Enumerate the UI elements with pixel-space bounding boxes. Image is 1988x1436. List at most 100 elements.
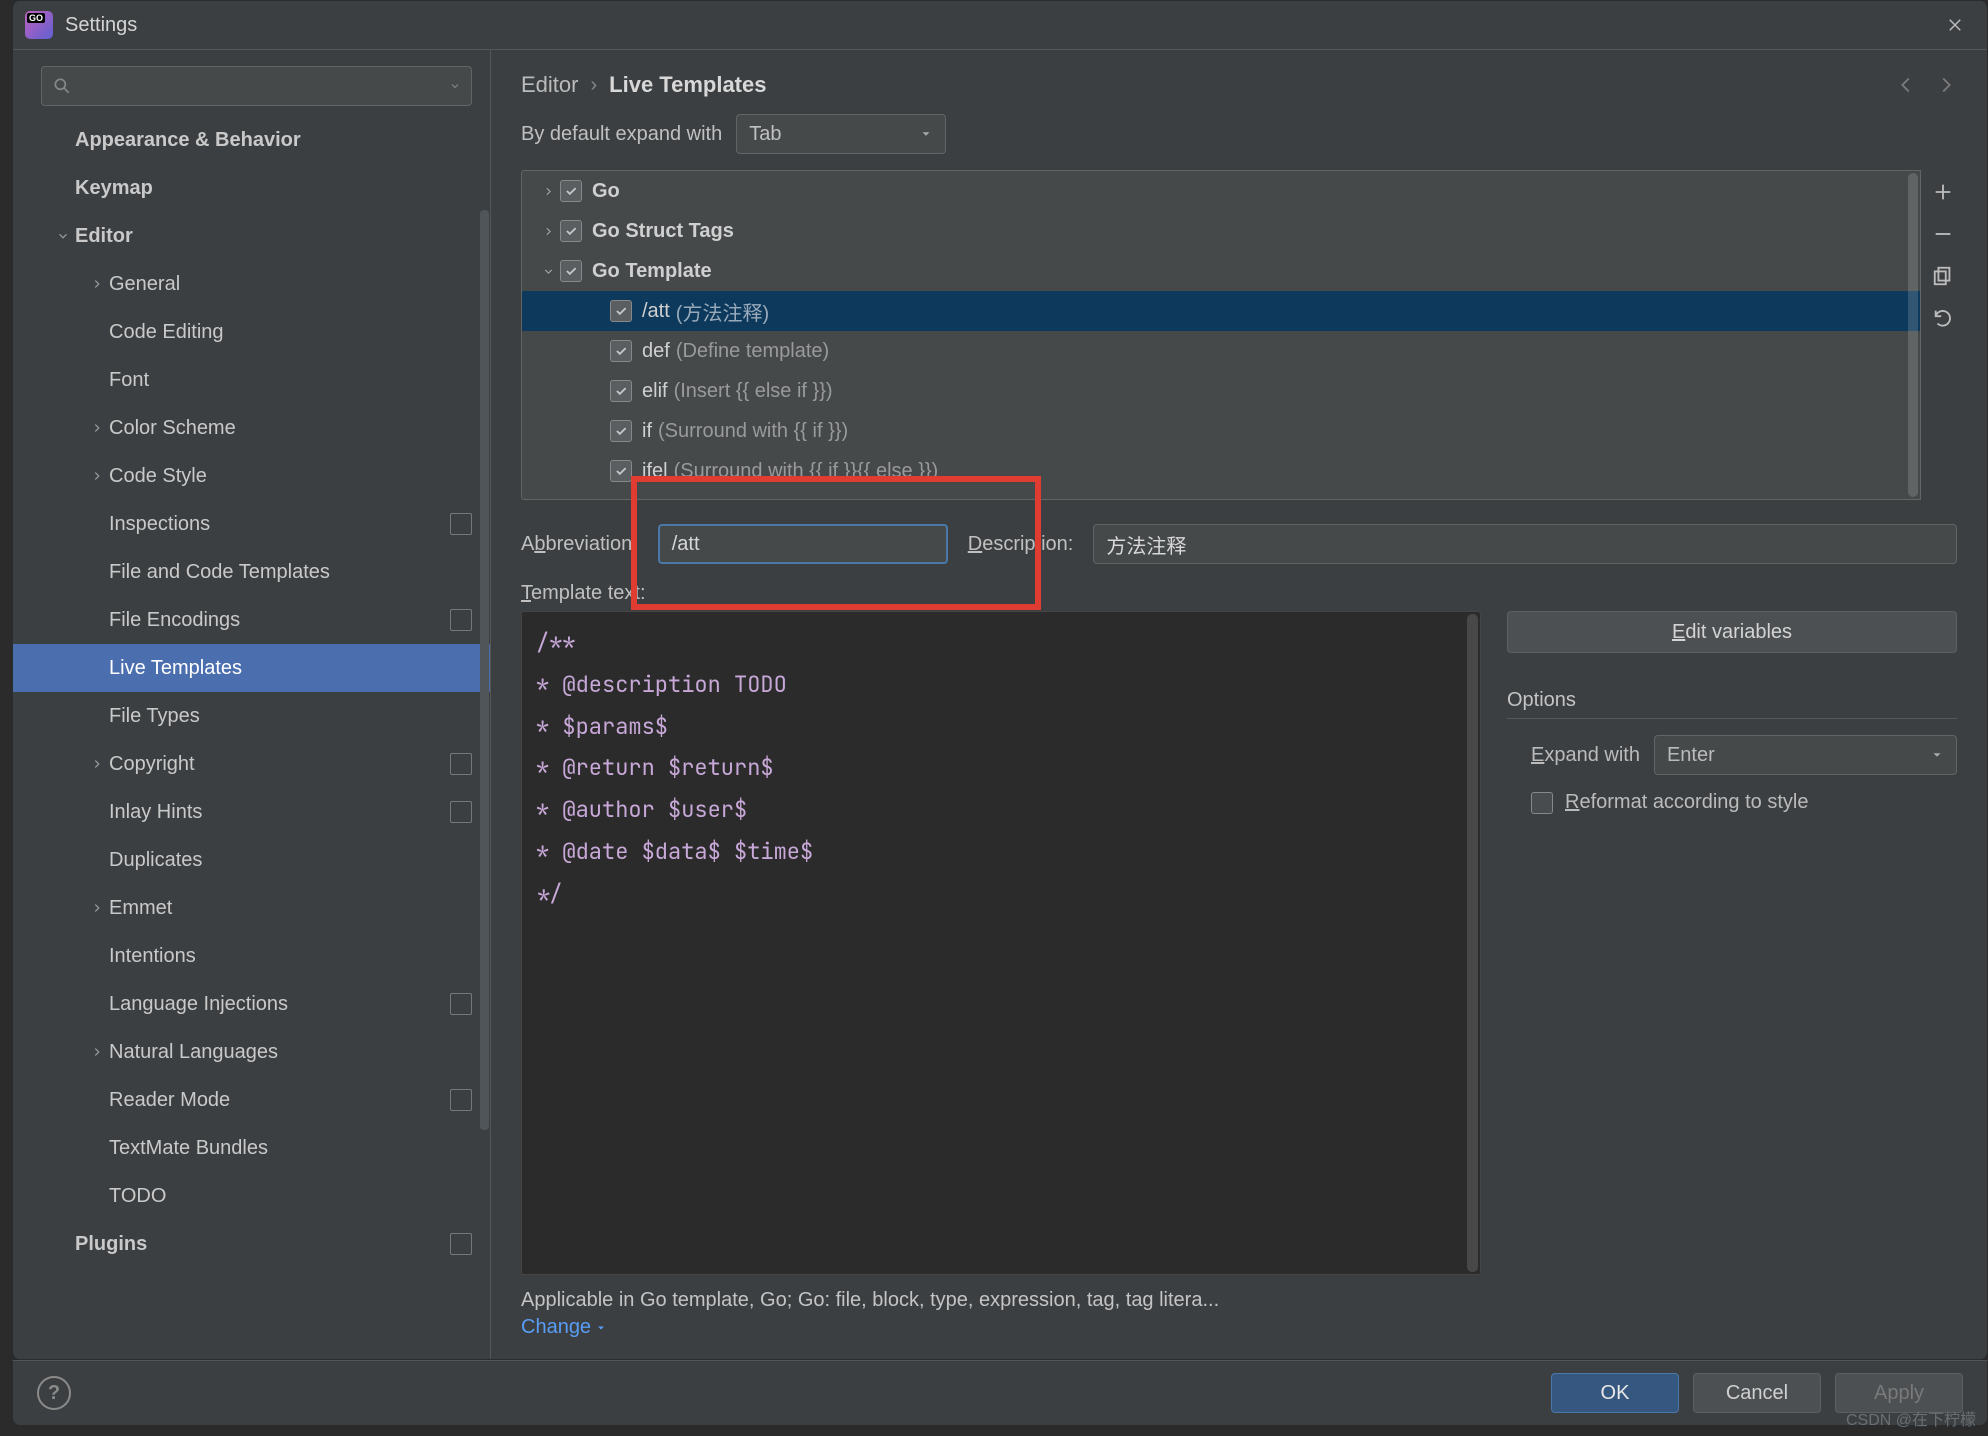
sidebar-item-appearance-behavior[interactable]: Appearance & Behavior (13, 116, 490, 164)
forward-icon[interactable] (1935, 74, 1957, 96)
template-checkbox[interactable] (560, 220, 582, 242)
ok-button[interactable]: OK (1551, 1373, 1679, 1413)
description-label: Description: (968, 533, 1074, 556)
sidebar-item-label: Inspections (109, 513, 444, 536)
sidebar-item-language-injections[interactable]: Language Injections (13, 980, 490, 1028)
template-hint: (Surround with {{ if }}) (658, 420, 848, 443)
chevron-right-icon (536, 225, 560, 238)
sidebar-item-file-types[interactable]: File Types (13, 692, 490, 740)
default-expand-value: Tab (749, 123, 781, 146)
search-input[interactable] (41, 66, 472, 106)
cancel-button[interactable]: Cancel (1693, 1373, 1821, 1413)
breadcrumb-root[interactable]: Editor (521, 72, 578, 98)
window-title: Settings (65, 14, 137, 37)
scrollbar[interactable] (1908, 173, 1918, 497)
chevron-right-icon (85, 277, 109, 291)
dialog-footer: ? OK Cancel Apply (12, 1360, 1988, 1426)
change-link[interactable]: Change (521, 1316, 607, 1338)
scrollbar[interactable] (1467, 614, 1478, 1272)
sidebar-item-plugins[interactable]: Plugins (13, 1220, 490, 1268)
watermark: CSDN @在下柠檬 (1846, 1406, 1976, 1430)
sidebar-item-code-editing[interactable]: Code Editing (13, 308, 490, 356)
sidebar-item-label: Duplicates (109, 849, 472, 872)
sidebar-item-textmate-bundles[interactable]: TextMate Bundles (13, 1124, 490, 1172)
revert-template-button[interactable] (1929, 304, 1957, 332)
template-row[interactable]: if (Surround with {{ if }}) (522, 411, 1920, 451)
chevron-down-icon (1930, 748, 1944, 762)
chevron-down-icon (919, 127, 933, 141)
template-checkbox[interactable] (560, 180, 582, 202)
project-badge-icon (450, 1089, 472, 1111)
templates-list[interactable]: Go Go Struct TagsGo Template/att (方法注释)de… (521, 170, 1921, 500)
titlebar: Settings (13, 1, 1987, 49)
sidebar-item-editor[interactable]: Editor (13, 212, 490, 260)
close-icon (1946, 16, 1964, 34)
default-expand-label: By default expand with (521, 123, 722, 146)
template-label: Go (592, 180, 620, 203)
add-template-button[interactable] (1929, 178, 1957, 206)
template-row[interactable]: def (Define template) (522, 331, 1920, 371)
breadcrumb-leaf: Live Templates (609, 72, 766, 98)
template-row[interactable]: ifel (Surround with {{ if }}{{ else }}) (522, 451, 1920, 491)
back-icon[interactable] (1895, 74, 1917, 96)
reformat-checkbox[interactable] (1531, 792, 1553, 814)
sidebar-item-label: Code Style (109, 465, 472, 488)
template-label: elif (642, 380, 668, 403)
abbreviation-input[interactable]: /att (658, 524, 948, 564)
sidebar-item-natural-languages[interactable]: Natural Languages (13, 1028, 490, 1076)
template-row[interactable]: Go (522, 171, 1920, 211)
template-row[interactable]: elif (Insert {{ else if }}) (522, 371, 1920, 411)
sidebar-item-inlay-hints[interactable]: Inlay Hints (13, 788, 490, 836)
sidebar-item-color-scheme[interactable]: Color Scheme (13, 404, 490, 452)
scrollbar[interactable] (480, 210, 489, 1130)
template-text-editor[interactable]: /** * @description TODO * $params$ * @re… (521, 611, 1481, 1275)
sidebar-item-copyright[interactable]: Copyright (13, 740, 490, 788)
abbreviation-row: Abbreviation: /att Description: 方法注释 (491, 500, 1987, 574)
sidebar-item-label: Reader Mode (109, 1089, 444, 1112)
template-checkbox[interactable] (610, 420, 632, 442)
sidebar-item-keymap[interactable]: Keymap (13, 164, 490, 212)
sidebar-item-general[interactable]: General (13, 260, 490, 308)
sidebar-item-duplicates[interactable]: Duplicates (13, 836, 490, 884)
sidebar-item-label: File and Code Templates (109, 561, 472, 584)
template-row[interactable]: Go Template (522, 251, 1920, 291)
content-header: Editor › Live Templates (491, 50, 1987, 112)
edit-variables-button[interactable]: Edit variables (1507, 611, 1957, 653)
sidebar-item-font[interactable]: Font (13, 356, 490, 404)
template-row[interactable]: Go Struct Tags (522, 211, 1920, 251)
sidebar-item-reader-mode[interactable]: Reader Mode (13, 1076, 490, 1124)
template-checkbox[interactable] (560, 260, 582, 282)
sidebar-item-file-encodings[interactable]: File Encodings (13, 596, 490, 644)
remove-template-button[interactable] (1929, 220, 1957, 248)
sidebar-item-emmet[interactable]: Emmet (13, 884, 490, 932)
settings-tree[interactable]: Appearance & BehaviorKeymapEditorGeneral… (13, 116, 490, 1359)
template-checkbox[interactable] (610, 300, 632, 322)
sidebar-item-inspections[interactable]: Inspections (13, 500, 490, 548)
sidebar-item-file-and-code-templates[interactable]: File and Code Templates (13, 548, 490, 596)
sidebar-item-label: Plugins (75, 1233, 444, 1256)
close-button[interactable] (1939, 9, 1971, 41)
project-badge-icon (450, 753, 472, 775)
sidebar-item-todo[interactable]: TODO (13, 1172, 490, 1220)
content-pane: Editor › Live Templates By default expan… (491, 50, 1987, 1359)
template-checkbox[interactable] (610, 460, 632, 482)
template-checkbox[interactable] (610, 340, 632, 362)
sidebar-item-intentions[interactable]: Intentions (13, 932, 490, 980)
settings-dialog: Settings Appearance & BehaviorKeymapEdit… (12, 0, 1988, 1360)
sidebar-item-label: Natural Languages (109, 1041, 472, 1064)
sidebar-item-label: File Types (109, 705, 472, 728)
app-icon (25, 11, 53, 39)
copy-template-button[interactable] (1929, 262, 1957, 290)
template-checkbox[interactable] (610, 380, 632, 402)
sidebar-item-label: TODO (109, 1185, 472, 1208)
search-icon (52, 76, 72, 96)
description-input[interactable]: 方法注释 (1093, 524, 1957, 564)
expand-with-select[interactable]: Enter (1654, 735, 1957, 775)
help-button[interactable]: ? (37, 1376, 71, 1410)
chevron-down-icon (51, 229, 75, 243)
project-badge-icon (450, 609, 472, 631)
default-expand-select[interactable]: Tab (736, 114, 946, 154)
sidebar-item-code-style[interactable]: Code Style (13, 452, 490, 500)
template-row[interactable]: /att (方法注释) (522, 291, 1920, 331)
sidebar-item-live-templates[interactable]: Live Templates (13, 644, 490, 692)
